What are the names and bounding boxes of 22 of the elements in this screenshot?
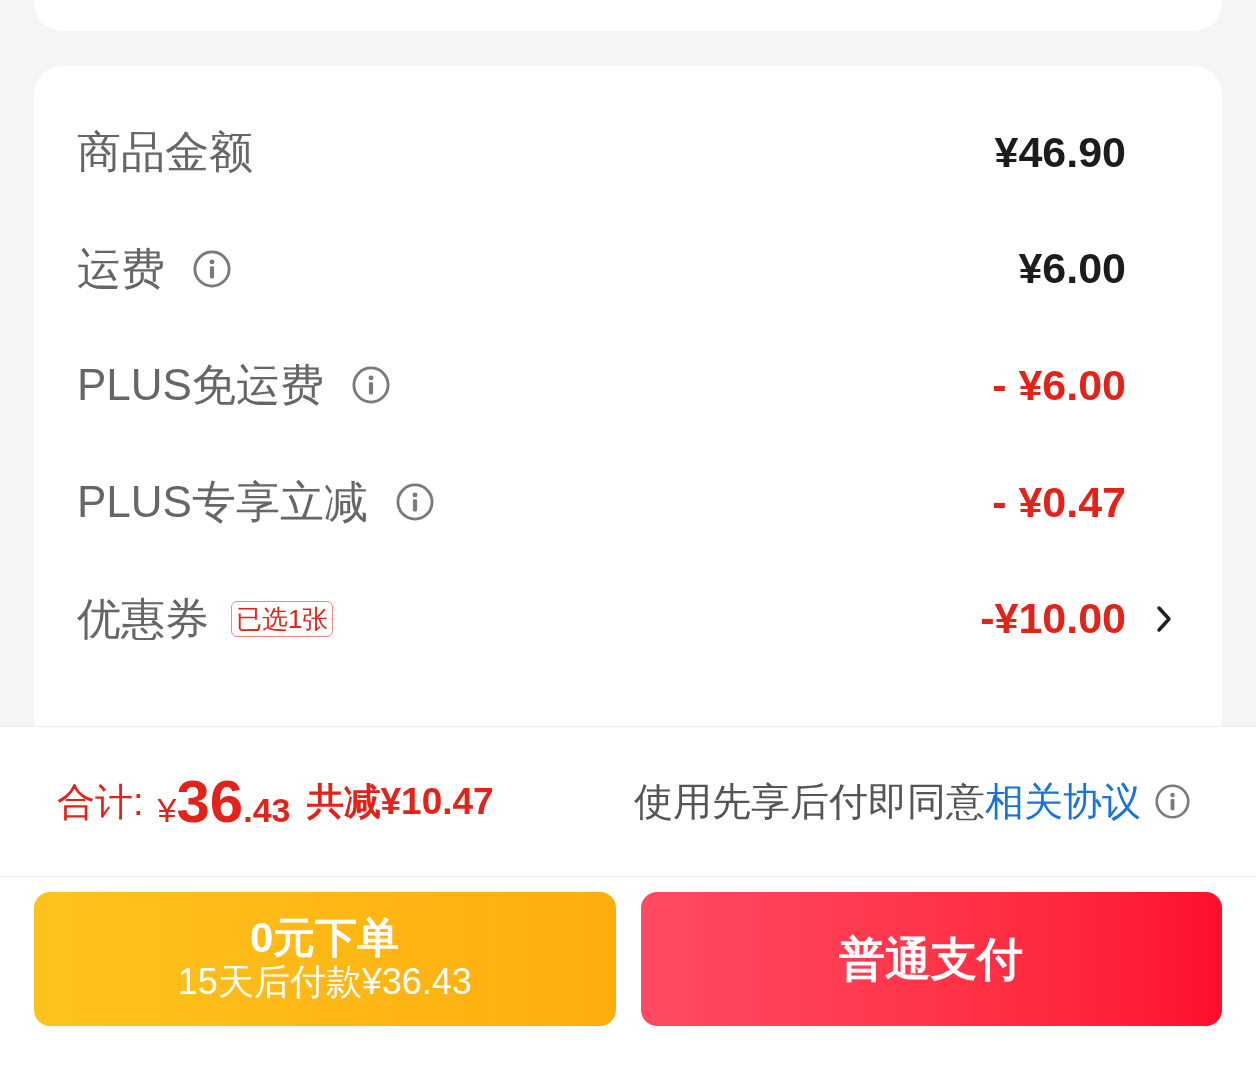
agreement-text: 使用先享后付即同意相关协议 <box>634 782 1141 821</box>
row-value: ¥46.90 <box>994 130 1126 174</box>
row-value: - ¥6.00 <box>992 364 1126 407</box>
info-icon[interactable] <box>395 483 434 522</box>
agreement-link[interactable]: 相关协议 <box>985 780 1141 823</box>
pay-button[interactable]: 普通支付 <box>640 892 1222 1026</box>
info-icon[interactable] <box>351 366 390 405</box>
selected-count-tag: 已选1张 <box>231 600 334 637</box>
row-label: PLUS免运费 <box>77 363 324 408</box>
chevron-right-icon[interactable] <box>1156 604 1172 633</box>
total-saving: 共减¥10.47 <box>306 783 494 820</box>
info-icon[interactable] <box>193 249 231 288</box>
total-label: 合计: <box>57 782 144 821</box>
row-value: -¥10.00 <box>980 597 1126 641</box>
row-label: 运费 <box>77 246 165 291</box>
row-label: 商品金额 <box>77 130 253 175</box>
row-label: 优惠券 <box>77 596 209 641</box>
total-price: ¥36.43 <box>157 771 291 832</box>
row-value: ¥6.00 <box>1018 247 1126 291</box>
row-value: - ¥0.47 <box>992 480 1126 524</box>
info-icon[interactable] <box>1155 784 1190 819</box>
row-label: PLUS专享立减 <box>77 480 368 525</box>
